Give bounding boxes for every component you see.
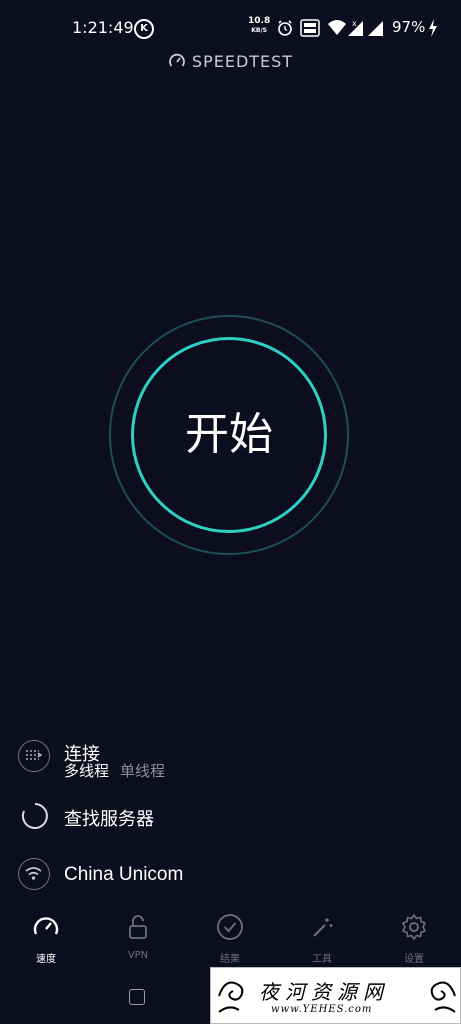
nav-tools[interactable]: 工具 [284, 912, 360, 965]
lock-icon [129, 915, 147, 939]
nav-results-label: 结果 [220, 954, 240, 965]
signal-2-icon [368, 21, 383, 36]
nav-settings[interactable]: 设置 [376, 912, 452, 965]
watermark-ornament-left-icon [218, 981, 244, 1013]
k-badge-icon: K [134, 19, 154, 39]
wifi-status-icon [328, 20, 346, 35]
watermark-ornament-right-icon [430, 981, 456, 1013]
server-status[interactable]: 查找服务器 [64, 805, 154, 831]
charging-icon [429, 19, 437, 37]
status-time: 1:21:49 [72, 18, 134, 37]
magic-wand-icon [313, 918, 333, 937]
nav-speed[interactable]: 速度 [8, 912, 84, 965]
app-title: SPEEDTEST [191, 52, 294, 71]
check-circle-icon [217, 914, 243, 940]
speedtest-logo-icon [169, 53, 185, 67]
loading-spinner-icon [21, 803, 48, 829]
nav-results[interactable]: 结果 [192, 912, 268, 965]
nav-speed-label: 速度 [36, 954, 56, 965]
nav-settings-label: 设置 [404, 954, 424, 965]
alarm-icon [278, 20, 292, 36]
battery-percent: 97% [392, 18, 426, 36]
multi-connection-option[interactable]: 多线程 [64, 760, 109, 781]
svg-text:x: x [352, 19, 357, 28]
network-speed: 10.8 KB/S [248, 17, 270, 35]
connections-icon [18, 740, 50, 772]
watermark: 夜河资源网 www.YEHES.com [210, 967, 461, 1024]
signal-1-icon: x [348, 19, 363, 36]
watermark-url: www.YEHES.com [271, 1004, 373, 1015]
single-connection-option[interactable]: 单线程 [120, 760, 165, 781]
app-header: SPEEDTEST [0, 52, 461, 71]
volte-icon [300, 19, 320, 37]
network-speed-unit: KB/S [251, 27, 267, 34]
recent-apps-button[interactable] [129, 989, 145, 1005]
gear-icon [402, 914, 426, 940]
network-speed-value: 10.8 [248, 16, 271, 26]
wifi-icon [18, 858, 50, 890]
nav-vpn[interactable]: VPN [100, 912, 176, 961]
nav-vpn-label: VPN [127, 950, 149, 961]
isp-name: China Unicom [64, 864, 184, 885]
watermark-title: 夜河资源网 [259, 980, 389, 1004]
speedometer-icon [33, 917, 59, 935]
start-button[interactable] [131, 337, 327, 533]
status-bar: 1:21:49 K 10.8 KB/S x 97% [0, 0, 461, 58]
nav-tools-label: 工具 [312, 954, 332, 965]
